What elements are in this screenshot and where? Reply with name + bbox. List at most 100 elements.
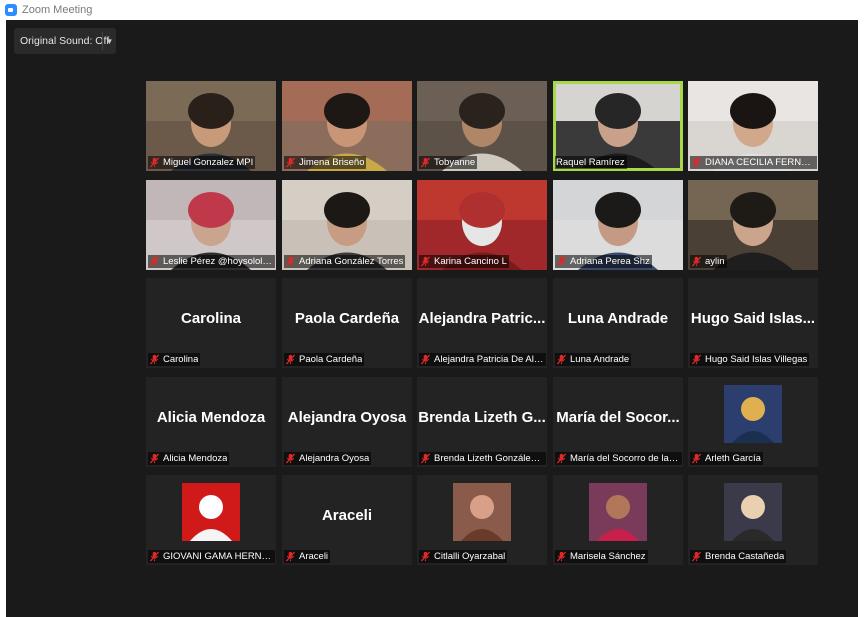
- participant-tile[interactable]: Karina Cancino L: [417, 180, 547, 270]
- original-sound-label: Original Sound: Off: [20, 35, 110, 47]
- participant-tile[interactable]: Luna Andrade Luna Andrade: [553, 278, 683, 368]
- participant-display-name: Alicia Mendoza: [156, 409, 266, 426]
- muted-mic-icon: [149, 551, 160, 562]
- participant-tile[interactable]: Tobyanne: [417, 81, 547, 171]
- muted-mic-icon: [149, 157, 160, 168]
- participant-tile[interactable]: Miguel Gonzalez MPI: [146, 81, 276, 171]
- participant-name: Arleth García: [705, 453, 761, 464]
- participant-name: Karina Cancino L: [434, 256, 507, 267]
- participant-name-label: Adriana Perea Shz: [555, 255, 652, 268]
- participant-tile[interactable]: Araceli Araceli: [282, 475, 412, 565]
- participant-name: Miguel Gonzalez MPI: [163, 157, 254, 168]
- participant-tile[interactable]: Arleth García: [688, 377, 818, 467]
- participant-display-name: Hugo Said Islas...: [690, 310, 816, 327]
- participant-name-label: GIOVANI GAMA HERNAN...: [148, 550, 275, 563]
- participant-name: Adriana Perea Shz: [570, 256, 650, 267]
- participant-tile[interactable]: Citlalli Oyarzabal: [417, 475, 547, 565]
- participant-tile[interactable]: Hugo Said Islas... Hugo Said Islas Ville…: [688, 278, 818, 368]
- muted-mic-icon: [285, 157, 296, 168]
- participant-display-name: Brenda Lizeth G...: [418, 409, 546, 426]
- participant-name: Paola Cardeña: [299, 354, 363, 365]
- participant-name-label: Citlalli Oyarzabal: [419, 550, 508, 563]
- participant-tile[interactable]: Brenda Castañeda: [688, 475, 818, 565]
- muted-mic-icon: [149, 354, 160, 365]
- participant-tile[interactable]: Marisela Sánchez: [553, 475, 683, 565]
- muted-mic-icon: [691, 551, 702, 562]
- participant-name: Brenda Castañeda: [705, 551, 785, 562]
- participant-name: Raquel Ramírez: [556, 157, 625, 168]
- participant-tile[interactable]: Alicia Mendoza Alicia Mendoza: [146, 377, 276, 467]
- participant-name-label: Luna Andrade: [555, 353, 632, 366]
- participant-tile[interactable]: Carolina Carolina: [146, 278, 276, 368]
- participant-name-label: Araceli: [284, 550, 331, 563]
- participant-name: Araceli: [299, 551, 329, 562]
- profile-picture: [453, 483, 511, 541]
- participant-name: Jimena Briseño: [299, 157, 365, 168]
- participant-name-label: Arleth García: [690, 452, 763, 465]
- participant-name-label: Alicia Mendoza: [148, 452, 230, 465]
- participant-tile[interactable]: Jimena Briseño: [282, 81, 412, 171]
- participant-display-name: Luna Andrade: [567, 310, 669, 327]
- muted-mic-icon: [556, 256, 567, 267]
- participant-name-label: Jimena Briseño: [284, 156, 367, 169]
- muted-mic-icon: [285, 453, 296, 464]
- participant-display-name: Alejandra Patric...: [418, 310, 546, 327]
- participant-name: Citlalli Oyarzabal: [434, 551, 506, 562]
- participant-name-label: Alejandra Patricia De Alb...: [419, 353, 546, 366]
- original-sound-button[interactable]: Original Sound: Off ▼: [14, 28, 116, 54]
- participant-display-name: Paola Cardeña: [294, 310, 400, 327]
- participant-name-label: Miguel Gonzalez MPI: [148, 156, 256, 169]
- participant-display-name: María del Socor...: [556, 409, 680, 426]
- participant-name-label: Karina Cancino L: [419, 255, 509, 268]
- participant-name-label: Tobyanne: [419, 156, 478, 169]
- participant-tile[interactable]: DIANA CECILIA FERNÁND...: [688, 81, 818, 171]
- muted-mic-icon: [420, 453, 431, 464]
- participant-tile[interactable]: Alejandra Patric... Alejandra Patricia D…: [417, 278, 547, 368]
- muted-mic-icon: [691, 354, 702, 365]
- participant-name: Tobyanne: [434, 157, 476, 168]
- participant-name: DIANA CECILIA FERNÁND...: [705, 157, 815, 168]
- profile-picture: [182, 483, 240, 541]
- participant-name: Adriana González Torres: [299, 256, 404, 267]
- participant-tile[interactable]: Raquel Ramírez: [553, 81, 683, 171]
- participant-tile[interactable]: Alejandra Oyosa Alejandra Oyosa: [282, 377, 412, 467]
- participant-name-label: aylin: [690, 255, 727, 268]
- participant-tile[interactable]: Brenda Lizeth G... Brenda Lizeth Gonzále…: [417, 377, 547, 467]
- muted-mic-icon: [420, 354, 431, 365]
- participant-name: Hugo Said Islas Villegas: [705, 354, 808, 365]
- participant-name-label: Hugo Said Islas Villegas: [690, 353, 810, 366]
- muted-mic-icon: [285, 354, 296, 365]
- participant-tile[interactable]: María del Socor... María del Socorro de …: [553, 377, 683, 467]
- muted-mic-icon: [149, 453, 160, 464]
- muted-mic-icon: [691, 453, 702, 464]
- participant-tile[interactable]: Adriana González Torres: [282, 180, 412, 270]
- participant-display-name: Carolina: [180, 310, 241, 327]
- muted-mic-icon: [285, 256, 296, 267]
- participant-name: Marisela Sánchez: [570, 551, 646, 562]
- profile-picture: [724, 483, 782, 541]
- muted-mic-icon: [556, 551, 567, 562]
- participant-tile[interactable]: Leslie Pérez @hoysololesi...: [146, 180, 276, 270]
- gallery-grid: Miguel Gonzalez MPI Jimena Briseño Tobya…: [146, 81, 819, 565]
- title-bar: Zoom Meeting: [0, 0, 864, 20]
- participant-name-label: Adriana González Torres: [284, 255, 406, 268]
- muted-mic-icon: [691, 256, 702, 267]
- participant-tile[interactable]: aylin: [688, 180, 818, 270]
- participant-name-label: Leslie Pérez @hoysololesi...: [148, 255, 275, 268]
- participant-name: aylin: [705, 256, 725, 267]
- muted-mic-icon: [420, 256, 431, 267]
- participant-name: Carolina: [163, 354, 199, 365]
- muted-mic-icon: [149, 256, 160, 267]
- profile-picture: [589, 483, 647, 541]
- participant-name-label: Paola Cardeña: [284, 353, 365, 366]
- participant-tile[interactable]: Adriana Perea Shz: [553, 180, 683, 270]
- participant-name: Luna Andrade: [570, 354, 630, 365]
- participant-name-label: Brenda Castañeda: [690, 550, 787, 563]
- caret-down-icon[interactable]: ▼: [103, 37, 116, 46]
- participant-display-name: Araceli: [321, 507, 373, 524]
- muted-mic-icon: [691, 157, 702, 168]
- participant-tile[interactable]: GIOVANI GAMA HERNAN...: [146, 475, 276, 565]
- participant-name: María del Socorro de la G...: [570, 453, 680, 464]
- participant-tile[interactable]: Paola Cardeña Paola Cardeña: [282, 278, 412, 368]
- participant-name-label: Raquel Ramírez: [555, 156, 627, 169]
